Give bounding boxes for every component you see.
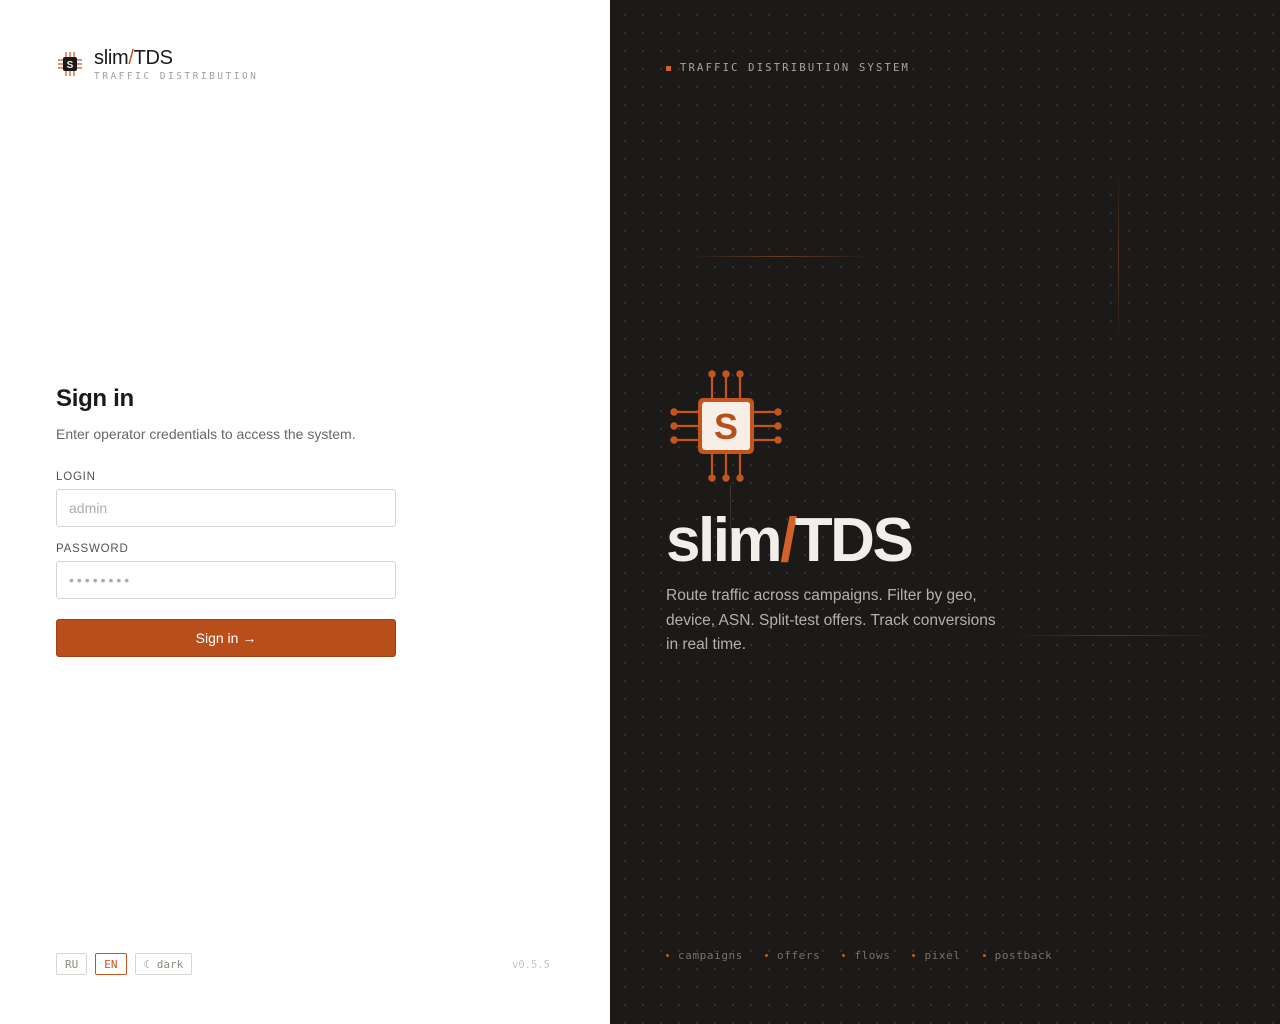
module-item: offers <box>765 949 820 962</box>
login-page: S slim/TDS TRAFFIC DISTRIBUTION Sign in … <box>0 0 1280 1024</box>
password-label: PASSWORD <box>56 543 129 555</box>
login-input[interactable] <box>69 500 383 516</box>
signin-form: Sign in Enter operator credentials to ac… <box>56 383 396 657</box>
module-list: campaigns offers flows pixel postback <box>666 949 1052 962</box>
login-field-box <box>56 489 396 527</box>
dot-icon <box>666 954 669 957</box>
hero-tagline: TRAFFIC DISTRIBUTION SYSTEM <box>666 62 910 74</box>
square-bullet-icon <box>666 65 671 71</box>
decor-line <box>1010 635 1220 636</box>
signin-button[interactable]: Sign in → <box>56 619 396 657</box>
hero-pane: TRAFFIC DISTRIBUTION SYSTEM S slim/TDS R… <box>610 0 1280 1024</box>
brand-logo: S slim/TDS TRAFFIC DISTRIBUTION <box>56 46 258 82</box>
chip-icon: S <box>58 52 82 76</box>
password-field-box <box>56 561 396 599</box>
lang-ru-button[interactable]: RU <box>56 953 88 975</box>
login-label: LOGIN <box>56 471 96 483</box>
password-input[interactable] <box>69 572 383 588</box>
dot-icon <box>982 954 986 957</box>
dot-icon <box>842 954 846 957</box>
lang-en-button[interactable]: EN <box>95 953 127 975</box>
module-item: flows <box>842 949 890 962</box>
chip-letter: S <box>67 60 74 71</box>
preferences-bar: RU EN ☾ dark <box>56 953 193 975</box>
decor-line <box>690 256 870 257</box>
hero-title: slim/TDS <box>666 506 914 575</box>
signin-description: Enter operator credentials to access the… <box>56 426 356 442</box>
theme-toggle-button[interactable]: ☾ dark <box>134 953 193 975</box>
chip-icon: S <box>670 370 782 482</box>
dot-icon <box>765 954 769 957</box>
module-item: pixel <box>912 949 960 962</box>
decor-line <box>1118 170 1119 345</box>
module-item: postback <box>982 949 1053 962</box>
login-pane: S slim/TDS TRAFFIC DISTRIBUTION Sign in … <box>0 0 610 1024</box>
brand-name: slim/TDS <box>94 47 173 69</box>
dot-icon <box>912 954 916 957</box>
chip-letter: S <box>714 406 738 447</box>
signin-title: Sign in <box>56 385 134 412</box>
hero-description: Route traffic across campaigns. Filter b… <box>666 587 996 653</box>
version-label: v0.5.5 <box>512 959 550 971</box>
module-item: campaigns <box>666 949 743 962</box>
brand-subtitle: TRAFFIC DISTRIBUTION <box>94 71 259 82</box>
